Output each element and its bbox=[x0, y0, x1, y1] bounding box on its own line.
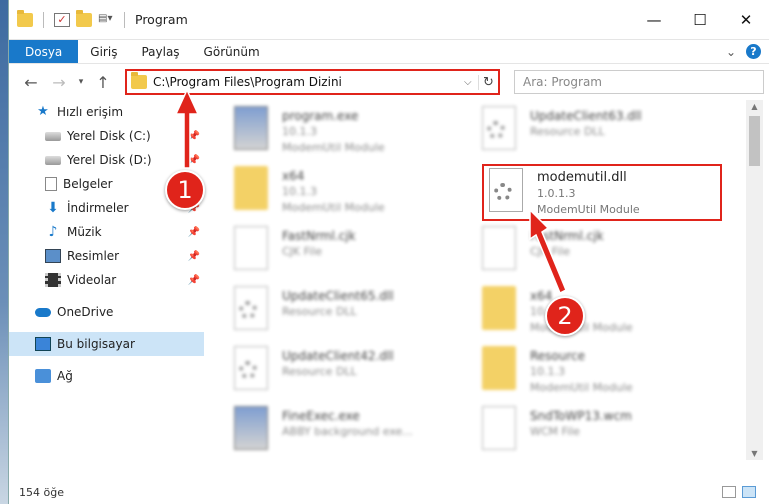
step-2-badge: 2 bbox=[545, 296, 585, 336]
step-1-badge: 1 bbox=[165, 170, 205, 210]
arrow-1 bbox=[174, 88, 567, 295]
